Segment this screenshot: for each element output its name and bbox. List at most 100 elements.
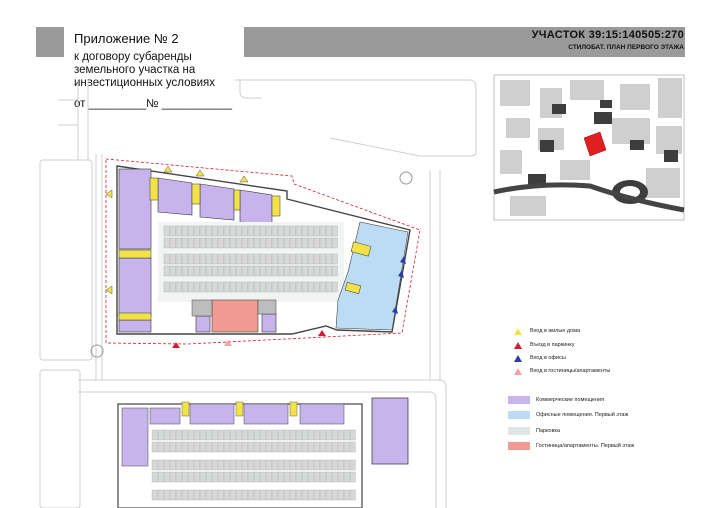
parking-stall	[271, 429, 278, 441]
parking-stall	[343, 489, 350, 501]
parking-stall	[223, 459, 230, 471]
hotel-zone	[211, 299, 259, 333]
parking-stall	[253, 253, 260, 265]
parking-stall	[349, 489, 356, 501]
parking-stall	[175, 265, 182, 277]
parking-stall	[301, 265, 308, 277]
parking-stall	[271, 459, 278, 471]
blue-triangle-icon	[514, 354, 522, 362]
parking-stall	[169, 459, 176, 471]
parking-stall	[229, 265, 236, 277]
parking-stall	[259, 225, 266, 237]
parking-stall	[319, 281, 326, 293]
parking-stall	[301, 471, 308, 483]
parking-stall	[175, 471, 182, 483]
parking-stall	[217, 459, 224, 471]
parking-stall	[175, 225, 182, 237]
parking-stall	[157, 489, 164, 501]
parking-stall	[187, 429, 194, 441]
parking-stall	[235, 429, 242, 441]
parking-stall	[265, 225, 272, 237]
parking-stall	[181, 441, 188, 453]
parking-stall	[235, 281, 242, 293]
parking-stall	[289, 281, 296, 293]
parking-stall	[319, 471, 326, 483]
parking-stall	[331, 237, 338, 249]
parking-stall	[331, 489, 338, 501]
parking-stall	[307, 459, 314, 471]
site-plan	[39, 74, 685, 508]
parking-stall	[181, 489, 188, 501]
parking-stall	[211, 265, 218, 277]
parking-stall	[169, 429, 176, 441]
parking-stall	[235, 237, 242, 249]
parking-stall	[253, 489, 260, 501]
parking-stall	[181, 471, 188, 483]
parking-stall	[175, 429, 182, 441]
parking-stall	[175, 489, 182, 501]
parking-stall	[151, 471, 158, 483]
parking-stall	[259, 265, 266, 277]
legend-zone-parking: Парковка	[508, 426, 560, 436]
parking-stall	[259, 429, 266, 441]
parking-stall	[277, 225, 284, 237]
parking-stall	[247, 459, 254, 471]
parking-stall	[283, 281, 290, 293]
parking-stall	[199, 429, 206, 441]
parking-stall	[211, 441, 218, 453]
parking-stall	[241, 489, 248, 501]
parking-stall	[163, 237, 170, 249]
parking-stall	[211, 489, 218, 501]
parking-stall	[307, 225, 314, 237]
parking-stall	[235, 253, 242, 265]
parking-stall	[253, 459, 260, 471]
parking-stall	[289, 237, 296, 249]
parking-stall	[325, 441, 332, 453]
parking-stall	[301, 281, 308, 293]
core-block	[257, 299, 277, 315]
parking-stall	[235, 225, 242, 237]
legend-entrance-parking: Въезд в паркинку	[514, 340, 574, 350]
yellow-triangle-icon	[105, 285, 113, 295]
color-swatch	[508, 411, 530, 419]
parking-stall	[223, 489, 230, 501]
parking-stall	[229, 281, 236, 293]
parking-stall	[223, 225, 230, 237]
yellow-triangle-icon	[163, 165, 173, 173]
parking-stall	[289, 253, 296, 265]
parking-stall	[223, 253, 230, 265]
parking-stall	[271, 253, 278, 265]
parking-stall	[163, 459, 170, 471]
parking-stall	[307, 429, 314, 441]
parking-stall	[163, 281, 170, 293]
parking-stall	[223, 441, 230, 453]
parking-stall	[217, 471, 224, 483]
yellow-triangle-icon	[239, 175, 249, 183]
parking-stall	[229, 441, 236, 453]
parking-stall	[199, 459, 206, 471]
parking-stall	[313, 253, 320, 265]
parking-stall	[163, 225, 170, 237]
parking-stall	[295, 281, 302, 293]
parking-stall	[163, 429, 170, 441]
parking-stall	[319, 237, 326, 249]
parking-stall	[313, 429, 320, 441]
parking-stall	[205, 441, 212, 453]
parking-stall	[283, 429, 290, 441]
parking-stall	[211, 471, 218, 483]
parking-stall	[199, 441, 206, 453]
parking-stall	[229, 471, 236, 483]
parking-stall	[271, 489, 278, 501]
parking-stall	[301, 237, 308, 249]
parking-stall	[211, 429, 218, 441]
parking-stall	[175, 253, 182, 265]
parking-stall	[229, 225, 236, 237]
parking-stall	[289, 429, 296, 441]
parking-stall	[271, 225, 278, 237]
parking-stall	[283, 459, 290, 471]
parking-stall	[163, 253, 170, 265]
parking-stall	[307, 253, 314, 265]
parking-stall	[223, 237, 230, 249]
parking-stall	[349, 471, 356, 483]
pink-triangle-icon	[224, 340, 232, 346]
